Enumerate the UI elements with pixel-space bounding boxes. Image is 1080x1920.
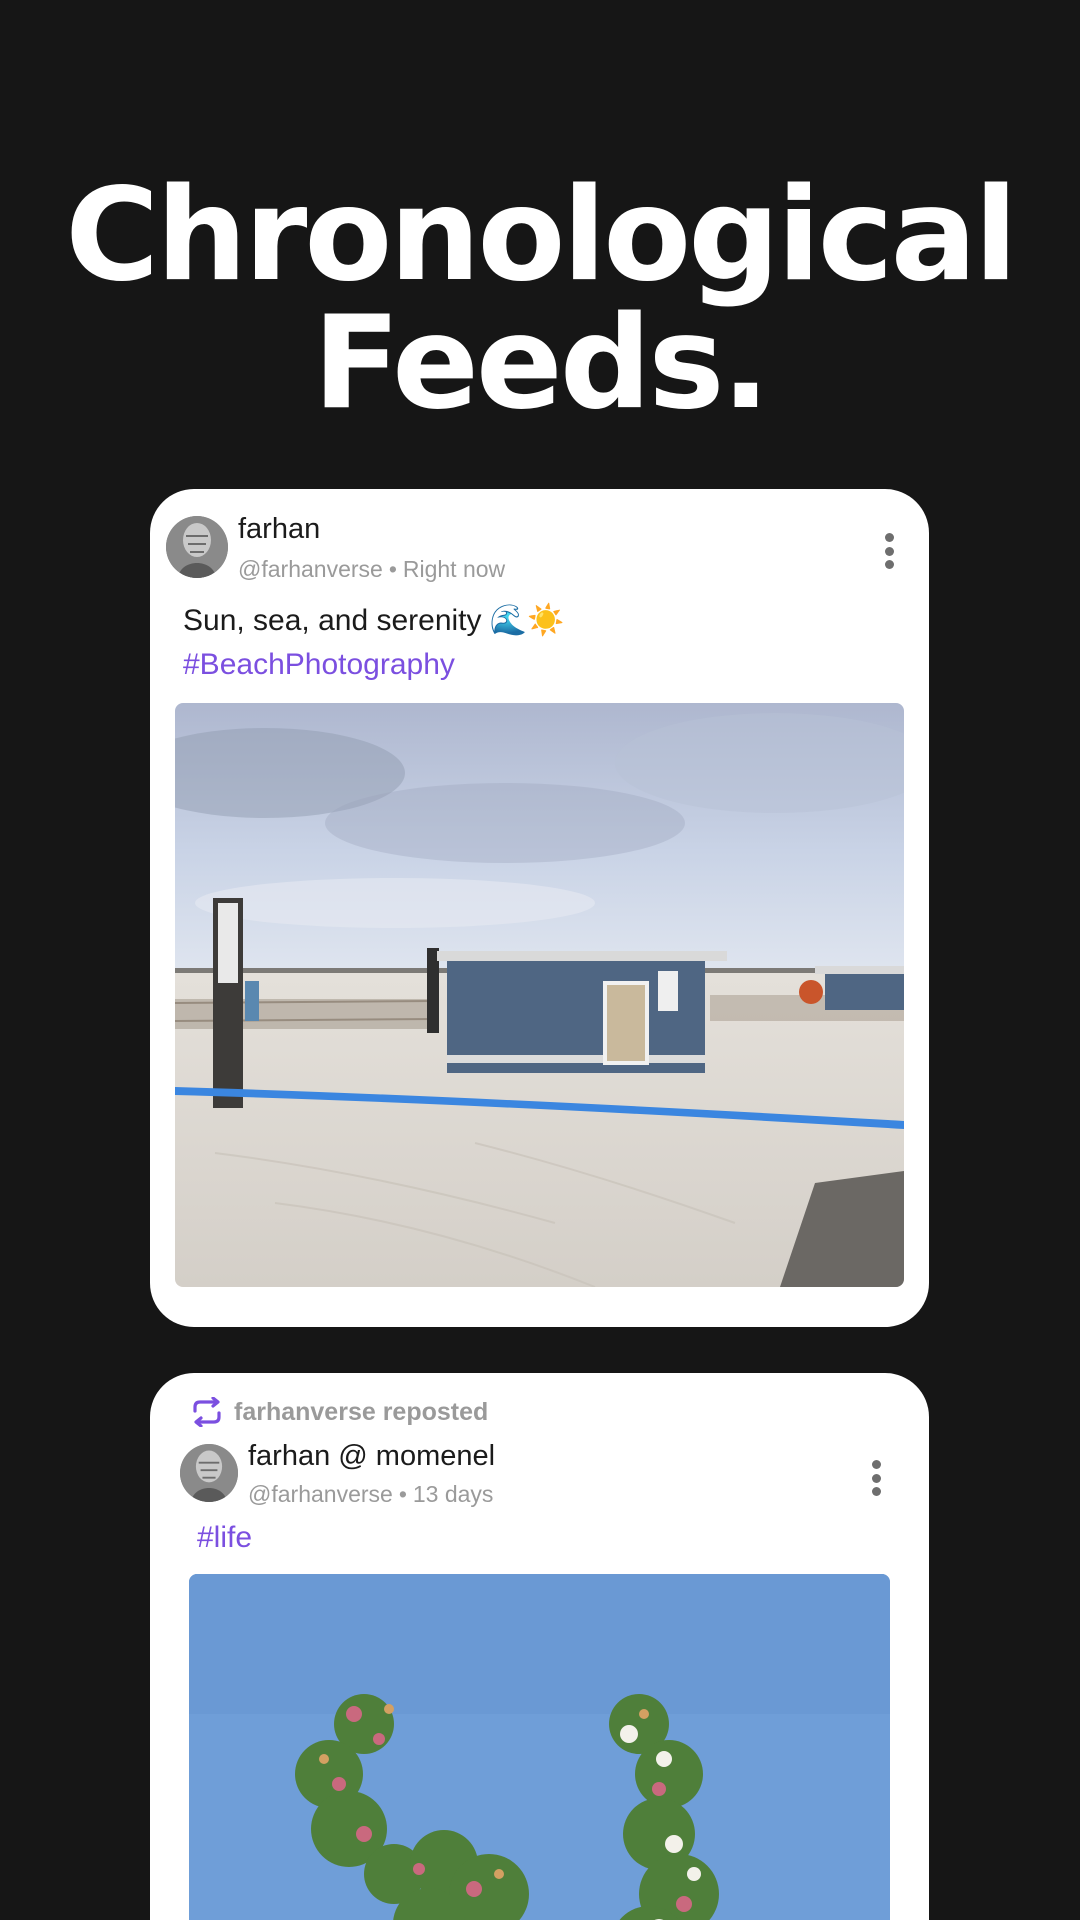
avatar-image bbox=[180, 1444, 238, 1502]
repost-label: farhanverse reposted bbox=[234, 1397, 489, 1426]
avatar-image bbox=[166, 516, 228, 578]
meta-separator: • bbox=[388, 556, 397, 582]
flower-photo bbox=[189, 1574, 890, 1920]
avatar[interactable] bbox=[166, 516, 228, 578]
post-text: Sun, sea, and serenity 🌊☀️ bbox=[183, 604, 565, 637]
post-photo[interactable] bbox=[189, 1574, 890, 1920]
headline-line-2: Feeds. bbox=[312, 289, 770, 438]
post-author-name[interactable]: farhan @ momenel bbox=[248, 1440, 495, 1473]
more-vertical-icon[interactable] bbox=[874, 529, 904, 573]
post-card[interactable]: farhanverse reposted farhan @ momenel @f… bbox=[150, 1373, 929, 1920]
beach-photo bbox=[175, 703, 904, 1287]
post-meta: @farhanverse • Right now bbox=[238, 556, 505, 583]
post-time: Right now bbox=[402, 556, 506, 582]
headline-line-1: Chronological bbox=[65, 161, 1018, 310]
post-handle[interactable]: @farhanverse bbox=[248, 1481, 393, 1507]
avatar[interactable] bbox=[180, 1444, 238, 1502]
repost-icon bbox=[193, 1397, 221, 1427]
repost-header[interactable]: farhanverse reposted bbox=[190, 1397, 488, 1427]
post-photo[interactable] bbox=[175, 703, 904, 1287]
post-time: 13 days bbox=[412, 1481, 494, 1507]
post-hashtag[interactable]: #BeachPhotography bbox=[183, 648, 455, 682]
meta-separator: • bbox=[398, 1481, 407, 1507]
post-card[interactable]: farhan @farhanverse • Right now Sun, sea, … bbox=[150, 489, 929, 1327]
page-headline: Chronological Feeds. bbox=[0, 172, 1080, 428]
post-author-name[interactable]: farhan bbox=[238, 513, 320, 546]
post-hashtag[interactable]: #life bbox=[197, 1521, 252, 1555]
app-screen: Chronological Feeds. farhan @farhanverse… bbox=[0, 0, 1080, 1920]
more-vertical-icon[interactable] bbox=[861, 1456, 891, 1500]
post-meta: @farhanverse • 13 days bbox=[248, 1481, 493, 1508]
post-handle[interactable]: @farhanverse bbox=[238, 556, 383, 582]
